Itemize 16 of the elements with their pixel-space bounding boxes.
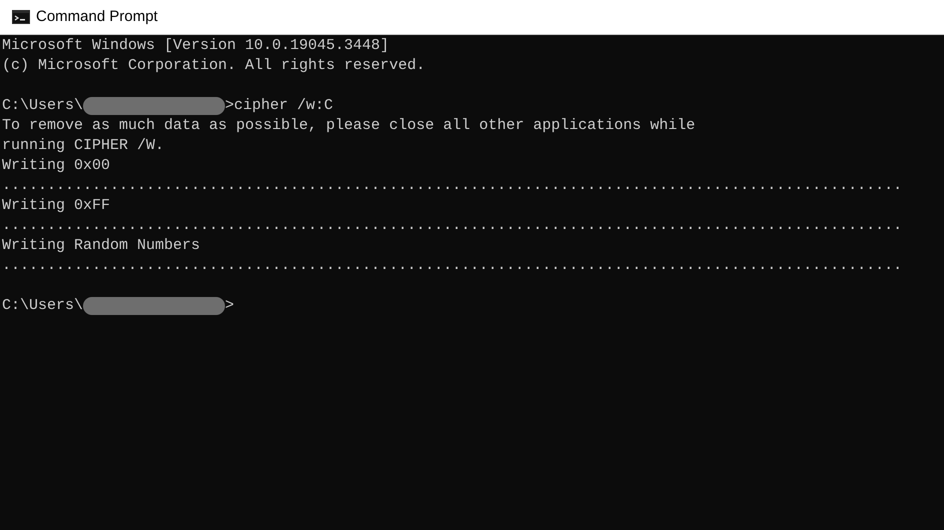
command-text: >cipher /w:C xyxy=(225,96,334,116)
window-title: Command Prompt xyxy=(36,6,158,27)
console-line: .................................................................................................... xyxy=(2,176,902,196)
prompt-path: C:\Users\ xyxy=(2,96,84,116)
console-line: Writing 0xFF xyxy=(2,196,110,216)
console-line: .................................................................................................... xyxy=(2,256,902,276)
console-line: (c) Microsoft Corporation. All rights reserved. xyxy=(2,56,426,76)
console-icon xyxy=(12,10,30,24)
prompt-path: C:\Users\ xyxy=(2,296,84,316)
console-line: Microsoft Windows [Version 10.0.19045.3448] xyxy=(2,36,390,56)
console-line: Writing Random Numbers xyxy=(2,236,200,256)
console-line: running CIPHER /W. xyxy=(2,136,164,156)
command-text: > xyxy=(225,296,234,316)
console-line: To remove as much data as possible, please close all other applications while xyxy=(2,116,696,136)
console-line: Writing 0x00 xyxy=(2,156,110,176)
console-line: .................................................................................................... xyxy=(2,216,902,236)
